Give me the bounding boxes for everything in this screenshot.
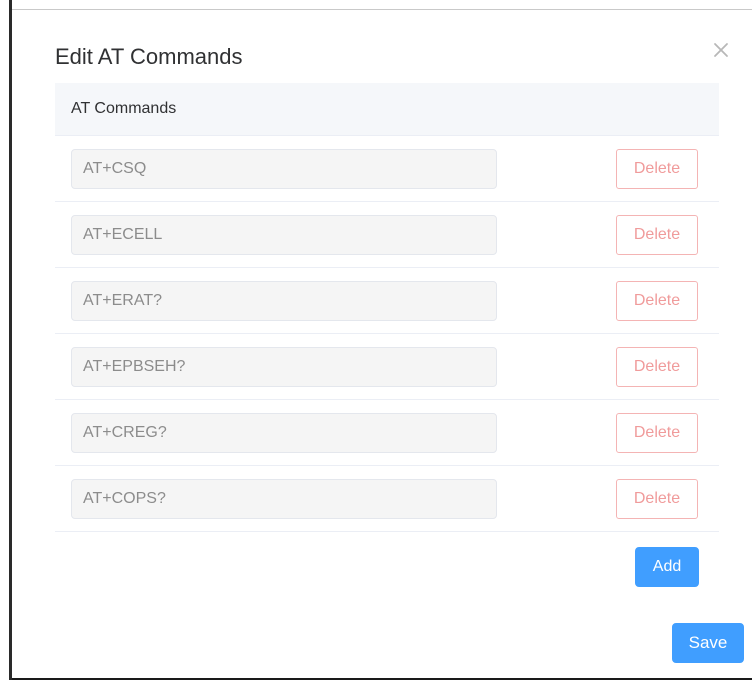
command-input[interactable]	[71, 215, 497, 255]
close-icon[interactable]	[709, 38, 733, 62]
table-row: Delete	[55, 466, 719, 532]
table-row: Delete	[55, 268, 719, 334]
page-edge	[0, 0, 12, 680]
command-input[interactable]	[71, 347, 497, 387]
delete-button[interactable]: Delete	[616, 479, 698, 519]
table-row: Delete	[55, 334, 719, 400]
delete-button[interactable]: Delete	[616, 413, 698, 453]
command-input[interactable]	[71, 149, 497, 189]
table-row: Delete	[55, 202, 719, 268]
add-button[interactable]: Add	[635, 547, 699, 587]
save-button[interactable]: Save	[672, 623, 744, 663]
command-input[interactable]	[71, 413, 497, 453]
column-header-at-commands: AT Commands	[71, 100, 177, 117]
delete-button[interactable]: Delete	[616, 215, 698, 255]
table-header: AT Commands	[55, 83, 719, 136]
table-row: Delete	[55, 400, 719, 466]
dialog-title: Edit AT Commands	[55, 44, 243, 69]
command-input[interactable]	[71, 479, 497, 519]
delete-button[interactable]: Delete	[616, 281, 698, 321]
delete-button[interactable]: Delete	[616, 149, 698, 189]
edit-at-commands-dialog: Edit AT Commands AT Commands Delete Dele…	[12, 9, 752, 680]
table-row: Delete	[55, 136, 719, 202]
delete-button[interactable]: Delete	[616, 347, 698, 387]
close-icon-glyph	[714, 43, 728, 57]
command-input[interactable]	[71, 281, 497, 321]
